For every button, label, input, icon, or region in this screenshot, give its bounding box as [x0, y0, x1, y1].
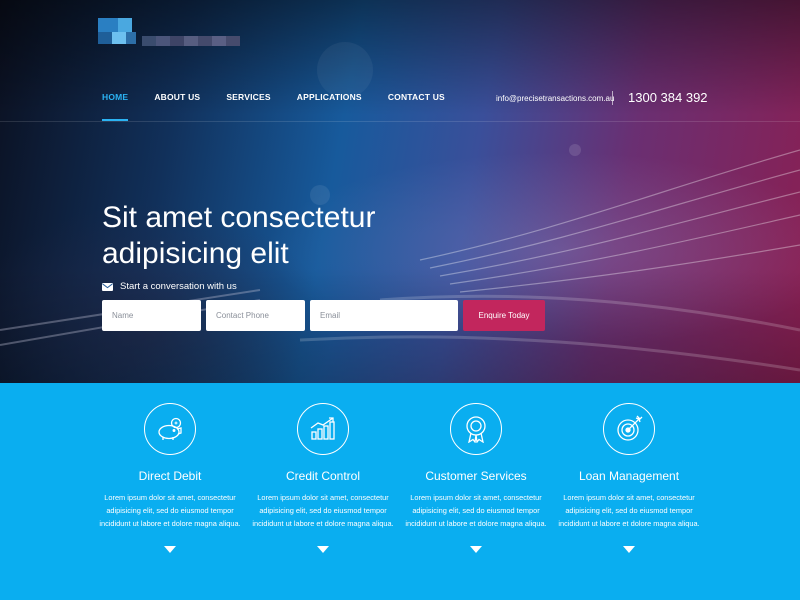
service-description: Lorem ipsum dolor sit amet, consectetur … — [558, 493, 700, 528]
services-section: Direct Debit Lorem ipsum dolor sit amet,… — [0, 383, 800, 600]
target-icon — [603, 403, 655, 455]
enquire-today-button[interactable]: Enquire Today — [463, 300, 545, 331]
nav-item-applications[interactable]: APPLICATIONS — [297, 92, 362, 122]
email-field[interactable] — [320, 311, 458, 320]
nav-divider — [0, 121, 800, 122]
award-badge-icon — [450, 403, 502, 455]
contact-email-link[interactable]: info@precisetransactions.com.au — [496, 94, 614, 103]
logo[interactable] — [98, 18, 248, 52]
chevron-down-icon[interactable] — [470, 546, 482, 553]
piggy-bank-icon — [144, 403, 196, 455]
chevron-down-icon[interactable] — [164, 546, 176, 553]
conversation-label: Start a conversation with us — [102, 281, 237, 292]
hero-section: HOME ABOUT US SERVICES APPLICATIONS CONT… — [0, 0, 800, 383]
contact-phone-link[interactable]: 1300 384 392 — [628, 90, 708, 105]
service-description: Lorem ipsum dolor sit amet, consectetur … — [99, 493, 241, 528]
hero-title: Sit amet consectetur adipisicing elit — [102, 201, 376, 270]
service-title: Loan Management — [578, 469, 680, 483]
service-title: Direct Debit — [138, 469, 202, 483]
enquiry-form: Enquire Today — [102, 300, 545, 331]
service-loan-management: Loan Management Lorem ipsum dolor sit am… — [554, 403, 704, 553]
nav-item-contact-us[interactable]: CONTACT US — [388, 92, 445, 122]
service-title: Credit Control — [285, 469, 361, 483]
nav-item-services[interactable]: SERVICES — [226, 92, 270, 122]
envelope-icon — [102, 282, 113, 291]
nav-item-about-us[interactable]: ABOUT US — [154, 92, 200, 122]
service-description: Lorem ipsum dolor sit amet, consectetur … — [405, 493, 547, 528]
name-field-wrapper — [102, 300, 201, 331]
bar-chart-icon — [297, 403, 349, 455]
phone-field-wrapper — [206, 300, 305, 331]
service-customer-services: Customer Services Lorem ipsum dolor sit … — [401, 403, 551, 553]
nav-item-home[interactable]: HOME — [102, 92, 129, 122]
service-title: Customer Services — [425, 469, 527, 483]
contact-divider — [612, 91, 613, 105]
chevron-down-icon[interactable] — [623, 546, 635, 553]
contact-phone-field[interactable] — [216, 311, 305, 320]
service-direct-debit: Direct Debit Lorem ipsum dolor sit amet,… — [95, 403, 245, 553]
service-description: Lorem ipsum dolor sit amet, consectetur … — [252, 493, 394, 528]
name-field[interactable] — [112, 311, 201, 320]
chevron-down-icon[interactable] — [317, 546, 329, 553]
main-nav: HOME ABOUT US SERVICES APPLICATIONS CONT… — [102, 92, 471, 122]
email-field-wrapper — [310, 300, 458, 331]
service-credit-control: Credit Control Lorem ipsum dolor sit ame… — [248, 403, 398, 553]
conversation-label-text: Start a conversation with us — [120, 281, 237, 292]
